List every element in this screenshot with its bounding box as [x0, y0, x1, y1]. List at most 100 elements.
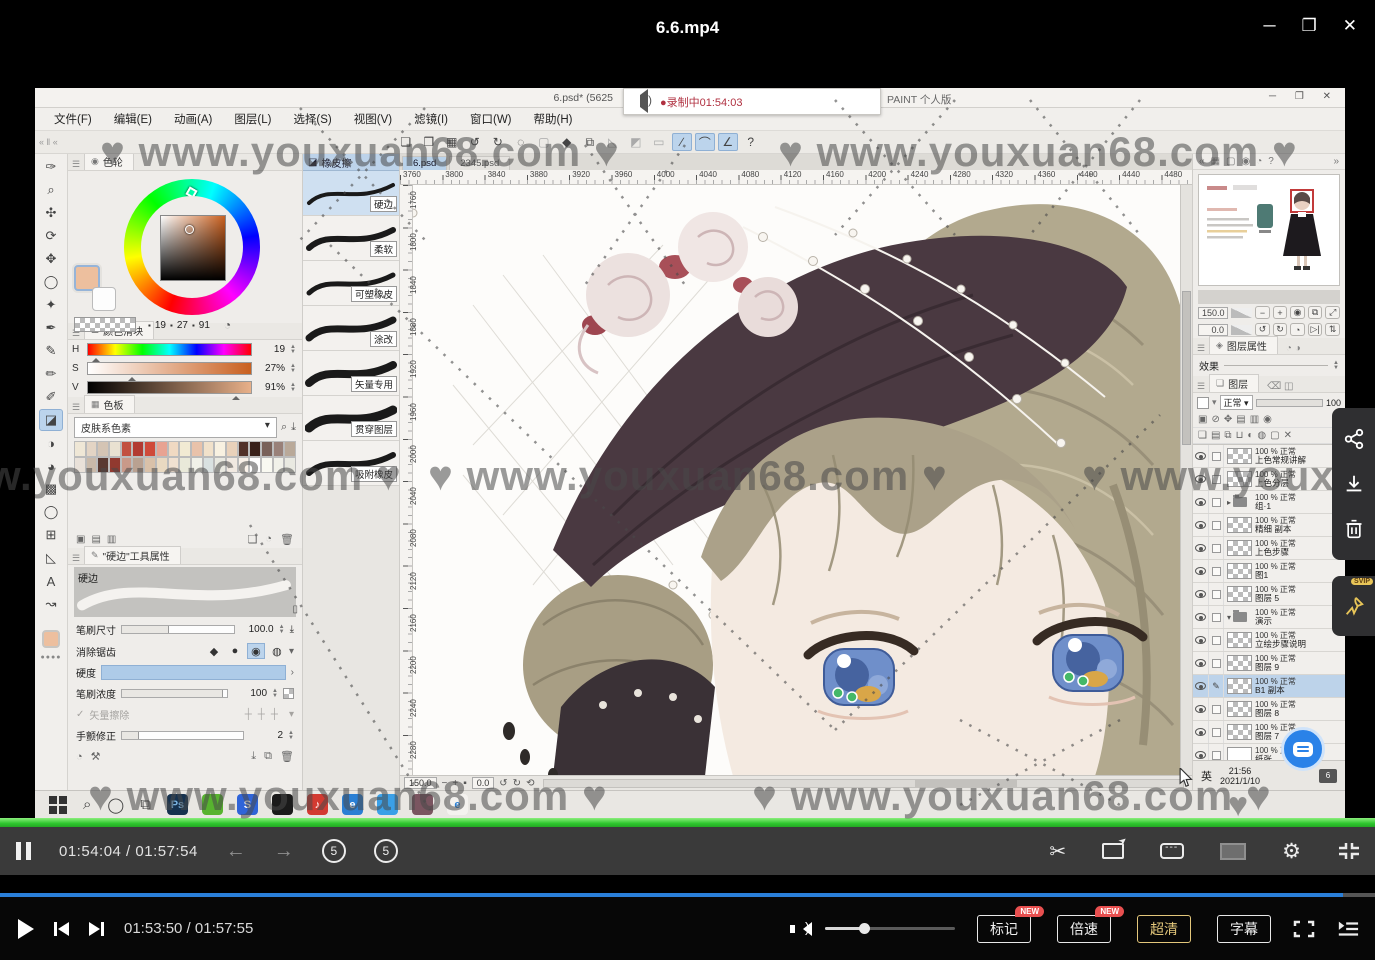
- document-tab[interactable]: 2345.psd: [449, 156, 510, 170]
- volume-slider[interactable]: [825, 927, 955, 930]
- layer-checkbox[interactable]: [1209, 698, 1224, 720]
- opacity-slider[interactable]: [1256, 399, 1323, 407]
- swatch-cell[interactable]: [249, 441, 261, 457]
- layer-row[interactable]: 100 % 正常上色步骤: [1193, 537, 1345, 560]
- task-view-icon[interactable]: ⧉: [140, 796, 151, 813]
- download-icon[interactable]: [1343, 473, 1365, 495]
- eye-icon[interactable]: [1193, 698, 1209, 720]
- deselect-icon[interactable]: ▢: [534, 133, 554, 151]
- history-icon[interactable]: ◔: [76, 751, 83, 763]
- taskbar-netease-music-icon[interactable]: ♪: [307, 794, 328, 815]
- nav-expand-icon[interactable]: ⤢: [1325, 306, 1340, 319]
- trash-icon[interactable]: [1344, 518, 1364, 540]
- panel-menu-icon[interactable]: ☰: [68, 159, 84, 170]
- text-tool[interactable]: A: [39, 570, 63, 592]
- swatch-cell[interactable]: [214, 441, 226, 457]
- eraser-tab[interactable]: 橡皮擦: [321, 155, 351, 170]
- artwork-canvas[interactable]: [413, 185, 1180, 775]
- pause-button[interactable]: [16, 842, 31, 860]
- layer-thumbnail[interactable]: [1227, 471, 1252, 487]
- layer-thumbnail[interactable]: [1227, 586, 1252, 602]
- search-icon[interactable]: ⌕: [83, 796, 91, 813]
- marker-tool[interactable]: ✐: [39, 386, 63, 408]
- swatch-cell[interactable]: [261, 441, 273, 457]
- taskbar-app-avatar-icon[interactable]: [412, 794, 433, 815]
- swatch-cell[interactable]: [203, 457, 215, 473]
- nav-chat-icon[interactable]: ◉: [1241, 156, 1250, 167]
- eye-icon[interactable]: [1193, 468, 1209, 490]
- brush-tool[interactable]: ✑: [39, 156, 63, 178]
- size-unit-icon[interactable]: ⤓: [290, 624, 294, 635]
- layer-row[interactable]: ▸100 % 正常组·1: [1193, 491, 1345, 514]
- layer-action-icon[interactable]: ▤: [1211, 430, 1220, 441]
- transparent-color-swatch[interactable]: [74, 317, 136, 332]
- eye-icon[interactable]: [1193, 514, 1209, 536]
- rewind-5s-button[interactable]: 5: [322, 839, 346, 863]
- input-language[interactable]: 英: [1201, 768, 1212, 784]
- undo-icon[interactable]: ↺: [465, 133, 485, 151]
- layer-action-icon[interactable]: ◐: [1247, 430, 1253, 441]
- swatch-cell[interactable]: [86, 441, 98, 457]
- play-button[interactable]: [18, 919, 34, 939]
- swatches-tab[interactable]: 色板: [104, 397, 124, 412]
- player-button-标记[interactable]: 标记NEW: [977, 915, 1031, 943]
- swatch-cell[interactable]: [179, 441, 191, 457]
- layer-lock-icon[interactable]: ▤: [1236, 414, 1245, 425]
- swatch-view2-icon[interactable]: ▤: [91, 534, 100, 545]
- stepper-icon[interactable]: ▲▼: [279, 625, 285, 635]
- swatch-cell[interactable]: [179, 457, 191, 473]
- aa-solid-icon[interactable]: ●: [226, 643, 244, 659]
- swatch-cell[interactable]: [273, 441, 285, 457]
- swatch-cell[interactable]: [109, 457, 121, 473]
- eyedropper-tool[interactable]: ✒: [39, 317, 63, 339]
- vector-mode-icons[interactable]: ┼┼┼: [245, 709, 284, 720]
- shade-tool-icon[interactable]: ◩: [626, 133, 646, 151]
- layer-thumbnail[interactable]: [1227, 540, 1252, 556]
- layer-lock-icon[interactable]: ▥: [1250, 414, 1259, 425]
- speaker-icon[interactable]: [634, 95, 650, 109]
- swatch-cell[interactable]: [226, 441, 238, 457]
- eye-icon[interactable]: [1193, 629, 1209, 651]
- layer-checkbox[interactable]: [1197, 397, 1209, 409]
- swatch-cell[interactable]: [191, 441, 203, 457]
- swatch-cell[interactable]: [132, 441, 144, 457]
- swatch-cell[interactable]: [191, 457, 203, 473]
- layer-thumbnail[interactable]: [1227, 724, 1252, 740]
- layer-checkbox[interactable]: [1209, 560, 1224, 582]
- nav-rotate-reset-icon[interactable]: ◔: [1290, 323, 1305, 336]
- line-polyline-icon[interactable]: ∠: [718, 133, 738, 151]
- collapse-icon[interactable]: «: [1199, 156, 1205, 167]
- swatch-cell[interactable]: [74, 441, 86, 457]
- swatch-cell[interactable]: [238, 441, 250, 457]
- info-icon[interactable]: ?: [1268, 156, 1274, 167]
- chevron-right-icon[interactable]: »: [1333, 156, 1339, 167]
- swatch-cell[interactable]: [156, 457, 168, 473]
- swatch-cell[interactable]: [74, 457, 86, 473]
- taskbar-browser-icon[interactable]: e: [342, 794, 363, 815]
- menu-item[interactable]: 动画(A): [163, 111, 223, 127]
- taskbar-app-green-icon[interactable]: [202, 794, 223, 815]
- layer-checkbox[interactable]: [1209, 445, 1224, 467]
- frame-tool-icon[interactable]: ▭: [649, 133, 669, 151]
- cortana-icon[interactable]: ◯: [107, 796, 124, 814]
- settings-button[interactable]: [1282, 839, 1301, 864]
- swatch-cell[interactable]: [156, 441, 168, 457]
- layer-action-icon[interactable]: ❏: [1198, 430, 1207, 441]
- layer-checkbox[interactable]: [1209, 652, 1224, 674]
- eraser-preset[interactable]: 贯穿图层: [303, 396, 399, 441]
- ruler-tool[interactable]: ◺: [39, 547, 63, 569]
- layer-lock-icon[interactable]: ⊘: [1211, 414, 1219, 425]
- panel-menu-icon[interactable]: ☰: [1193, 343, 1209, 354]
- color-slider-s[interactable]: S27%▲▼: [68, 359, 302, 378]
- menu-item[interactable]: 编辑(E): [103, 111, 163, 127]
- stepper-icon[interactable]: ▲▼: [290, 364, 296, 374]
- maximize-icon[interactable]: ❐: [1302, 16, 1317, 36]
- step-forward-icon[interactable]: →: [274, 840, 294, 863]
- gradient-tool[interactable]: ▩: [39, 478, 63, 500]
- line-straight-icon[interactable]: ∕: [672, 133, 692, 151]
- layer-checkbox[interactable]: [1209, 629, 1224, 651]
- color-wheel-tab[interactable]: 色轮: [103, 154, 123, 169]
- fullscreen-button[interactable]: [1293, 920, 1315, 938]
- swatch-cell[interactable]: [168, 441, 180, 457]
- folder-icon[interactable]: ▾: [1227, 612, 1252, 622]
